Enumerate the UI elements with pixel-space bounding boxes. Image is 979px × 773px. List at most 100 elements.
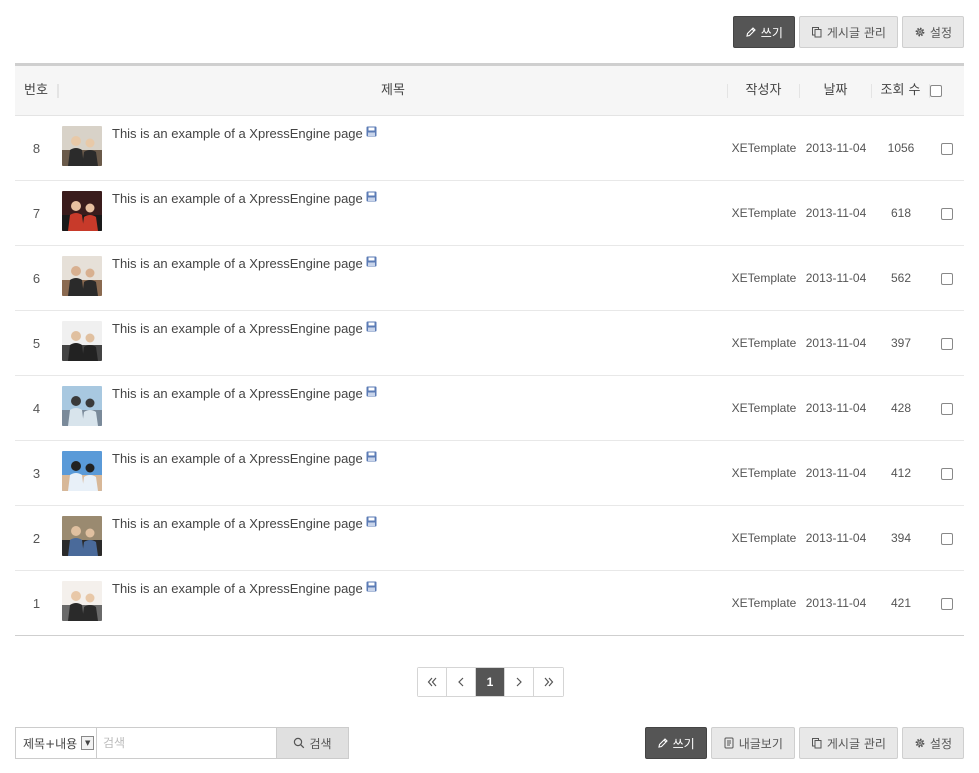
pencil-icon xyxy=(657,738,668,748)
row-views: 562 xyxy=(890,271,912,285)
post-title-link[interactable]: This is an example of a XpressEngine pag… xyxy=(112,191,363,206)
title-cell: This is an example of a XpressEngine pag… xyxy=(58,506,728,570)
row-views: 397 xyxy=(890,336,912,350)
row-views: 394 xyxy=(890,531,912,545)
row-author[interactable]: XETemplate xyxy=(728,401,800,415)
post-thumbnail[interactable] xyxy=(62,516,102,556)
manage-posts-label: 게시글 관리 xyxy=(826,25,886,40)
post-thumbnail[interactable] xyxy=(62,386,102,426)
floppy-disk-icon xyxy=(366,451,377,462)
next-page-button[interactable] xyxy=(505,668,534,696)
row-author[interactable]: XETemplate xyxy=(728,336,800,350)
row-checkbox[interactable] xyxy=(941,272,953,285)
search-button[interactable]: 검색 xyxy=(277,727,349,759)
gear-icon xyxy=(915,27,925,37)
post-thumbnail[interactable] xyxy=(62,451,102,491)
title-cell: This is an example of a XpressEngine pag… xyxy=(58,571,728,635)
settings-button-bottom[interactable]: 설정 xyxy=(901,727,964,759)
post-thumbnail[interactable] xyxy=(62,256,102,296)
post-thumbnail[interactable] xyxy=(62,191,102,231)
settings-label-bottom: 설정 xyxy=(929,736,952,751)
row-checkbox[interactable] xyxy=(941,467,953,480)
floppy-disk-icon xyxy=(366,581,377,592)
settings-button[interactable]: 설정 xyxy=(901,16,964,48)
row-views: 1056 xyxy=(887,141,915,155)
row-date: 2013-11-04 xyxy=(805,336,867,350)
post-thumbnail[interactable] xyxy=(62,126,102,166)
last-page-button[interactable] xyxy=(534,668,563,696)
title-cell: This is an example of a XpressEngine pag… xyxy=(58,441,728,505)
post-title-link[interactable]: This is an example of a XpressEngine pag… xyxy=(112,256,363,271)
post-title-link[interactable]: This is an example of a XpressEngine pag… xyxy=(112,126,363,141)
row-checkbox[interactable] xyxy=(941,532,953,545)
table-row: 2 This is an example of a XpressEngine p… xyxy=(15,506,964,571)
pencil-icon xyxy=(746,27,756,37)
row-author[interactable]: XETemplate xyxy=(728,271,800,285)
table-row: 8 This is an example of a XpressEngine p… xyxy=(15,116,964,181)
my-posts-button[interactable]: 내글보기 xyxy=(710,727,795,759)
table-row: 1 This is an example of a XpressEngine p… xyxy=(15,571,964,636)
post-thumbnail[interactable] xyxy=(62,321,102,361)
row-checkbox[interactable] xyxy=(941,142,953,155)
prev-page-button[interactable] xyxy=(447,668,476,696)
search-scope-select[interactable]: 제목+내용 ▼ xyxy=(15,727,97,759)
write-button-bottom[interactable]: 쓰기 xyxy=(644,727,707,759)
double-chevron-right-icon xyxy=(544,677,553,687)
title-cell: This is an example of a XpressEngine pag… xyxy=(58,311,728,375)
manage-posts-button-bottom[interactable]: 게시글 관리 xyxy=(798,727,898,759)
row-date: 2013-11-04 xyxy=(805,141,867,155)
floppy-disk-icon xyxy=(366,386,377,397)
search-bar: 제목+내용 ▼ 검색 xyxy=(15,727,349,759)
header-author: 작성자 xyxy=(728,83,800,98)
row-author[interactable]: XETemplate xyxy=(728,596,800,610)
post-title-link[interactable]: This is an example of a XpressEngine pag… xyxy=(112,386,363,401)
row-checkbox[interactable] xyxy=(941,207,953,220)
copy-icon xyxy=(811,738,822,749)
floppy-disk-icon xyxy=(366,191,377,202)
search-input[interactable] xyxy=(97,727,277,759)
row-date: 2013-11-04 xyxy=(805,271,867,285)
title-cell: This is an example of a XpressEngine pag… xyxy=(58,246,728,310)
post-title-link[interactable]: This is an example of a XpressEngine pag… xyxy=(112,321,363,336)
row-number: 2 xyxy=(32,530,41,546)
floppy-disk-icon xyxy=(366,516,377,527)
row-date: 2013-11-04 xyxy=(805,596,867,610)
row-checkbox[interactable] xyxy=(941,402,953,415)
board-table: 번호 제목 작성자 날짜 조회 수 8 This is an example o… xyxy=(15,63,964,636)
row-date: 2013-11-04 xyxy=(805,206,867,220)
row-checkbox[interactable] xyxy=(941,597,953,610)
title-cell: This is an example of a XpressEngine pag… xyxy=(58,181,728,245)
dropdown-arrow-icon: ▼ xyxy=(81,736,95,750)
first-page-button[interactable] xyxy=(418,668,447,696)
copy-icon xyxy=(811,27,822,38)
post-title-link[interactable]: This is an example of a XpressEngine pag… xyxy=(112,516,363,531)
row-number: 8 xyxy=(32,140,41,156)
search-scope-value: 제목+내용 xyxy=(23,736,78,751)
post-thumbnail[interactable] xyxy=(62,581,102,621)
bottom-toolbar: 쓰기 내글보기 게시글 관리 설정 xyxy=(644,727,964,759)
row-checkbox[interactable] xyxy=(941,337,953,350)
row-number: 7 xyxy=(32,205,41,221)
write-button[interactable]: 쓰기 xyxy=(732,16,795,48)
row-views: 412 xyxy=(890,466,912,480)
post-title-link[interactable]: This is an example of a XpressEngine pag… xyxy=(112,451,363,466)
table-body: 8 This is an example of a XpressEngine p… xyxy=(15,116,964,636)
write-label: 쓰기 xyxy=(760,25,783,40)
table-header: 번호 제목 작성자 날짜 조회 수 xyxy=(15,66,964,116)
row-number: 1 xyxy=(32,595,41,611)
floppy-disk-icon xyxy=(366,126,377,137)
row-views: 428 xyxy=(890,401,912,415)
select-all-checkbox[interactable] xyxy=(930,84,942,97)
header-date: 날짜 xyxy=(800,83,872,98)
page-number-current[interactable]: 1 xyxy=(476,668,505,696)
row-author[interactable]: XETemplate xyxy=(728,206,800,220)
row-date: 2013-11-04 xyxy=(805,401,867,415)
floppy-disk-icon xyxy=(366,256,377,267)
post-title-link[interactable]: This is an example of a XpressEngine pag… xyxy=(112,581,363,596)
row-author[interactable]: XETemplate xyxy=(728,466,800,480)
row-author[interactable]: XETemplate xyxy=(728,141,800,155)
row-author[interactable]: XETemplate xyxy=(728,531,800,545)
chevron-left-icon xyxy=(458,677,464,687)
manage-posts-button[interactable]: 게시글 관리 xyxy=(798,16,898,48)
settings-label: 설정 xyxy=(929,25,952,40)
